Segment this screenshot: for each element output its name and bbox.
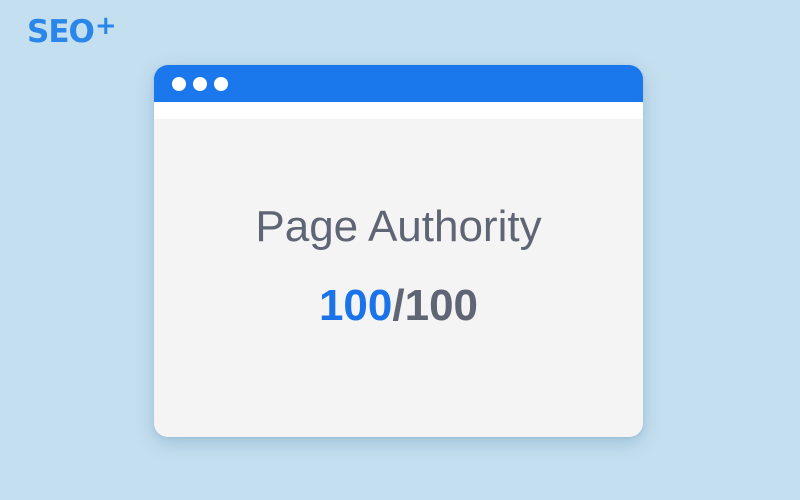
score-separator: / bbox=[392, 281, 405, 330]
page-authority-score: 100/100 bbox=[154, 279, 643, 333]
score-max: 100 bbox=[404, 281, 479, 330]
logo-plus-icon: + bbox=[94, 11, 117, 41]
window-control-dot-icon bbox=[193, 77, 207, 91]
window-control-dot-icon bbox=[172, 77, 186, 91]
score-value: 100 bbox=[318, 281, 393, 330]
window-titlebar bbox=[154, 65, 643, 102]
browser-toolbar-strip bbox=[154, 102, 643, 119]
logo-text: SEO bbox=[27, 14, 95, 50]
browser-window: Page Authority 100/100 bbox=[154, 65, 643, 437]
seo-plus-logo: SEO + bbox=[27, 12, 117, 52]
window-content: Page Authority 100/100 bbox=[154, 119, 643, 437]
window-control-dot-icon bbox=[214, 77, 228, 91]
page-authority-heading: Page Authority bbox=[255, 202, 542, 251]
